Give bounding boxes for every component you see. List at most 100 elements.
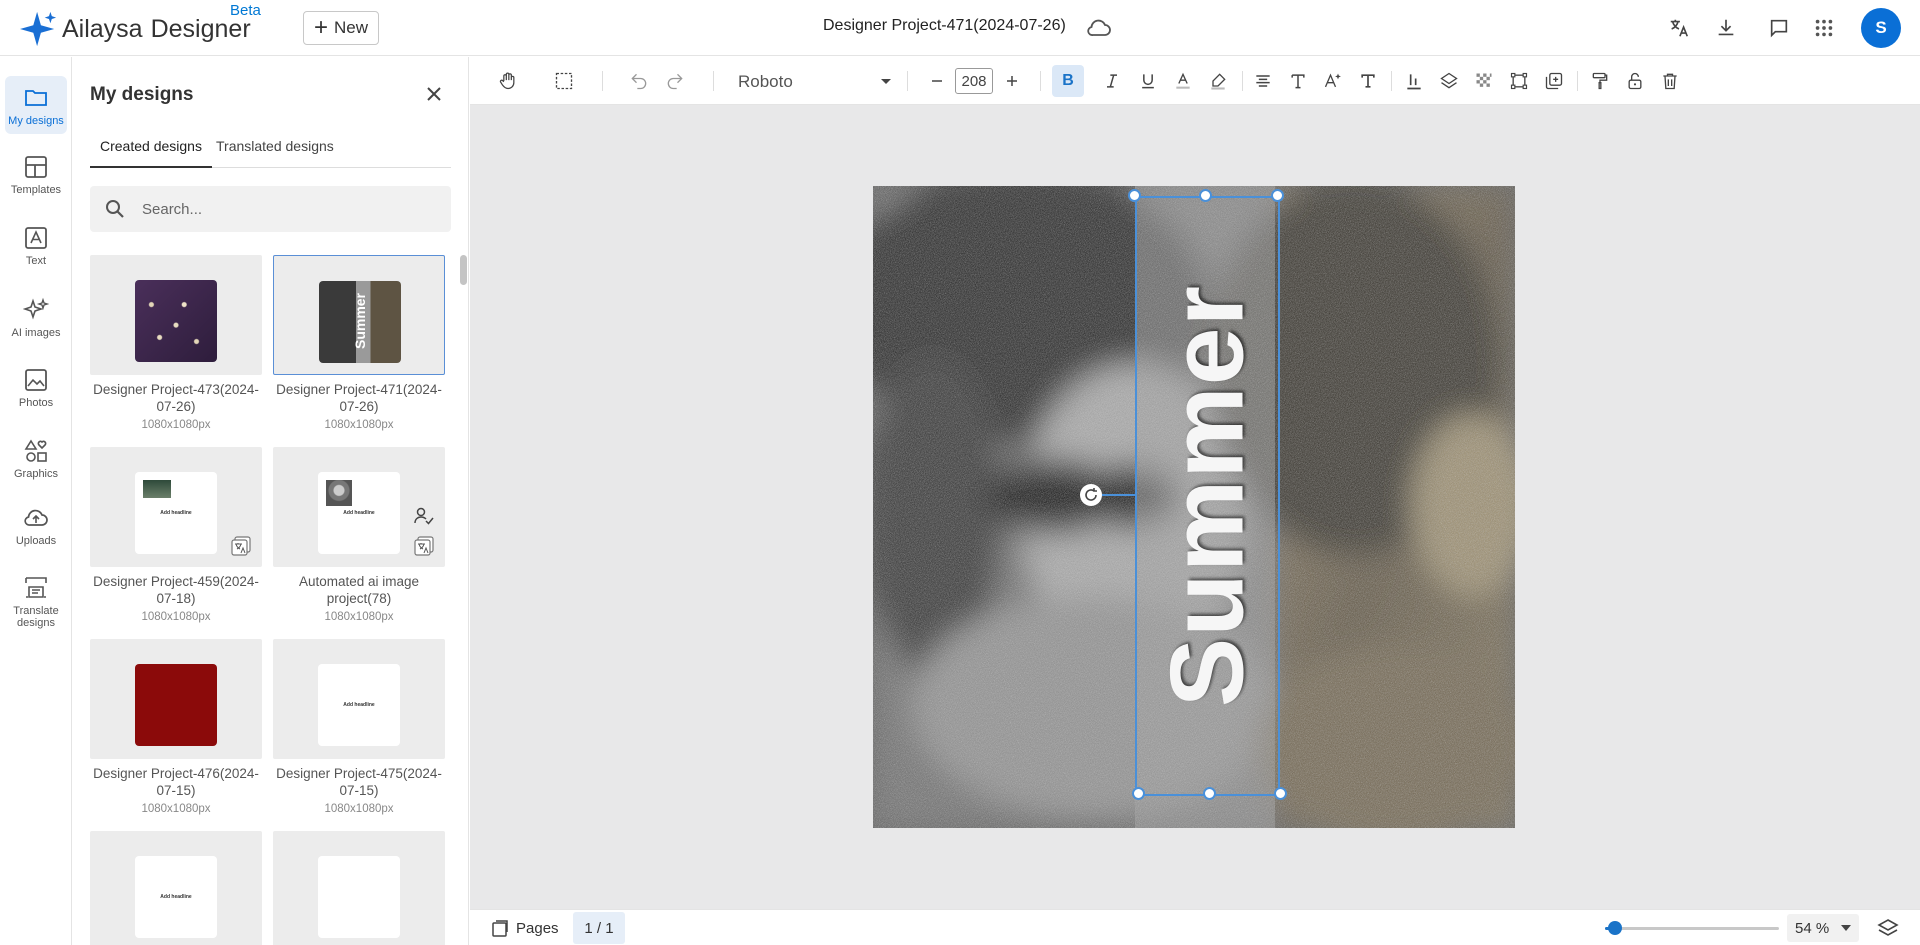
design-thumbnail[interactable]: Add headline	[273, 447, 445, 567]
summer-thumbnail-image: Summer	[319, 281, 401, 363]
increase-font-size-button[interactable]	[1000, 69, 1024, 93]
design-thumbnail[interactable]	[90, 255, 262, 375]
decrease-font-size-button[interactable]	[925, 69, 949, 93]
italic-icon	[1107, 74, 1117, 88]
new-design-button[interactable]: + New	[303, 11, 379, 45]
rail-item-uploads[interactable]: Uploads	[5, 505, 67, 547]
comment-icon[interactable]	[1767, 16, 1791, 40]
sparkle-logo-icon	[20, 11, 57, 47]
italic-button[interactable]	[1100, 69, 1124, 93]
bold-button[interactable]: B	[1052, 65, 1084, 97]
thumbnail-headline-text: Add headline	[343, 702, 375, 708]
design-name: Designer Project-459(2024-07-18)	[93, 574, 259, 606]
align-elements-button[interactable]	[1402, 69, 1426, 93]
pan-hand-button[interactable]	[496, 69, 520, 93]
resize-handle-bottom-left[interactable]	[1132, 787, 1145, 800]
search-input[interactable]	[142, 197, 432, 221]
design-thumbnail[interactable]: Add headline	[90, 831, 262, 945]
rail-item-photos[interactable]: Photos	[5, 367, 67, 409]
font-family-select[interactable]: Roboto	[738, 69, 898, 95]
text-format-button[interactable]	[1286, 69, 1310, 93]
resize-handle-top-right[interactable]	[1271, 189, 1284, 202]
design-card[interactable]: Add headline	[90, 831, 262, 945]
rail-item-translate-designs[interactable]: Translate designs	[5, 575, 67, 629]
project-title[interactable]: Designer Project-471(2024-07-26)	[823, 17, 1066, 35]
design-name: Designer Project-473(2024-07-26)	[93, 382, 259, 414]
rail-item-templates[interactable]: Templates	[5, 154, 67, 196]
page-counter[interactable]: 1 / 1	[573, 912, 625, 944]
highlight-color-button[interactable]	[1206, 69, 1230, 93]
rotate-connector	[1102, 494, 1135, 496]
thumbnail-headline-text: Add headline	[160, 510, 192, 516]
resize-handle-top[interactable]	[1199, 189, 1212, 202]
duplicate-button[interactable]	[1542, 69, 1566, 93]
design-card[interactable]	[273, 831, 445, 945]
text-effects-button[interactable]	[1321, 69, 1345, 93]
pages-button[interactable]: Pages	[490, 916, 559, 940]
thumbnail-summer-text: Summer	[352, 292, 368, 350]
hand-icon	[499, 72, 515, 90]
select-area-button[interactable]	[552, 69, 576, 93]
user-avatar[interactable]: S	[1861, 8, 1901, 48]
design-thumbnail[interactable]	[273, 831, 445, 945]
panel-scrollbar[interactable]	[460, 255, 467, 285]
align-text-button[interactable]	[1251, 69, 1275, 93]
design-card[interactable]: Add headline Designer Project-475(2024-0…	[273, 639, 445, 815]
download-icon[interactable]	[1714, 16, 1738, 40]
paint-format-button[interactable]	[1588, 69, 1612, 93]
layer-position-button[interactable]	[1437, 69, 1461, 93]
design-thumbnail[interactable]	[90, 639, 262, 759]
rail-item-ai-images[interactable]: AI images	[5, 297, 67, 339]
rail-label: My designs	[8, 115, 64, 127]
search-box	[90, 186, 451, 232]
design-card-selected[interactable]: Summer Designer Project-471(2024-07-26) …	[273, 255, 445, 431]
rail-item-graphics[interactable]: Graphics	[5, 438, 67, 480]
close-icon[interactable]	[425, 85, 443, 103]
zoom-slider[interactable]	[1605, 927, 1779, 930]
text-color-button[interactable]	[1171, 69, 1195, 93]
delete-button[interactable]	[1658, 69, 1682, 93]
rotate-handle[interactable]	[1080, 484, 1102, 506]
thumbnail-headline-text: Add headline	[160, 894, 192, 900]
tab-created-designs[interactable]: Created designs	[90, 134, 212, 168]
resize-handle-bottom[interactable]	[1203, 787, 1216, 800]
design-card[interactable]: Designer Project-473(2024-07-26) 1080x10…	[90, 255, 262, 431]
design-thumbnail[interactable]: Add headline	[90, 447, 262, 567]
sparkle-icon	[23, 297, 49, 320]
resize-handle-top-left[interactable]	[1128, 189, 1141, 202]
rail-item-text[interactable]: Text	[5, 225, 67, 267]
design-card[interactable]: Designer Project-476(2024-07-15) 1080x10…	[90, 639, 262, 815]
design-card[interactable]: Add headline Automated ai image project(…	[273, 447, 445, 623]
tab-translated-designs[interactable]: Translated designs	[206, 134, 344, 168]
resize-handle-bottom-right[interactable]	[1274, 787, 1287, 800]
text-selection-box[interactable]	[1135, 196, 1280, 796]
cloud-saved-icon[interactable]	[1086, 16, 1112, 40]
my-designs-panel: My designs Created designs Translated de…	[73, 57, 469, 945]
app-logo[interactable]: Ailaysa Designer	[20, 10, 251, 48]
apps-grid-icon[interactable]	[1812, 16, 1836, 40]
design-card[interactable]: Add headline Designer Project-459(2024-0…	[90, 447, 262, 623]
text-icon	[25, 227, 47, 249]
underline-button[interactable]	[1136, 69, 1160, 93]
mini-photo	[326, 480, 352, 506]
font-size-input[interactable]: 208	[955, 68, 993, 94]
text-style-button[interactable]	[1356, 69, 1380, 93]
text-color-icon	[1176, 72, 1190, 89]
font-family-value: Roboto	[738, 72, 793, 91]
redo-button[interactable]	[663, 69, 687, 93]
layers-icon[interactable]	[1876, 917, 1900, 941]
design-thumbnail[interactable]: Summer	[273, 255, 445, 375]
left-rail: My designs Templates Text AI images Phot…	[0, 57, 72, 945]
lock-button[interactable]	[1623, 69, 1647, 93]
design-thumbnail[interactable]: Add headline	[273, 639, 445, 759]
zoom-slider-knob[interactable]	[1608, 921, 1623, 935]
zoom-select[interactable]: 54 %	[1787, 914, 1859, 942]
chevron-down-icon	[1841, 925, 1851, 931]
rail-item-my-designs[interactable]: My designs	[5, 76, 67, 134]
transparency-button[interactable]	[1472, 69, 1496, 93]
cloud-upload-icon	[24, 509, 48, 526]
undo-button[interactable]	[627, 69, 651, 93]
position-button[interactable]	[1507, 69, 1531, 93]
rail-label: Graphics	[13, 468, 59, 480]
translate-icon[interactable]	[1667, 16, 1691, 40]
